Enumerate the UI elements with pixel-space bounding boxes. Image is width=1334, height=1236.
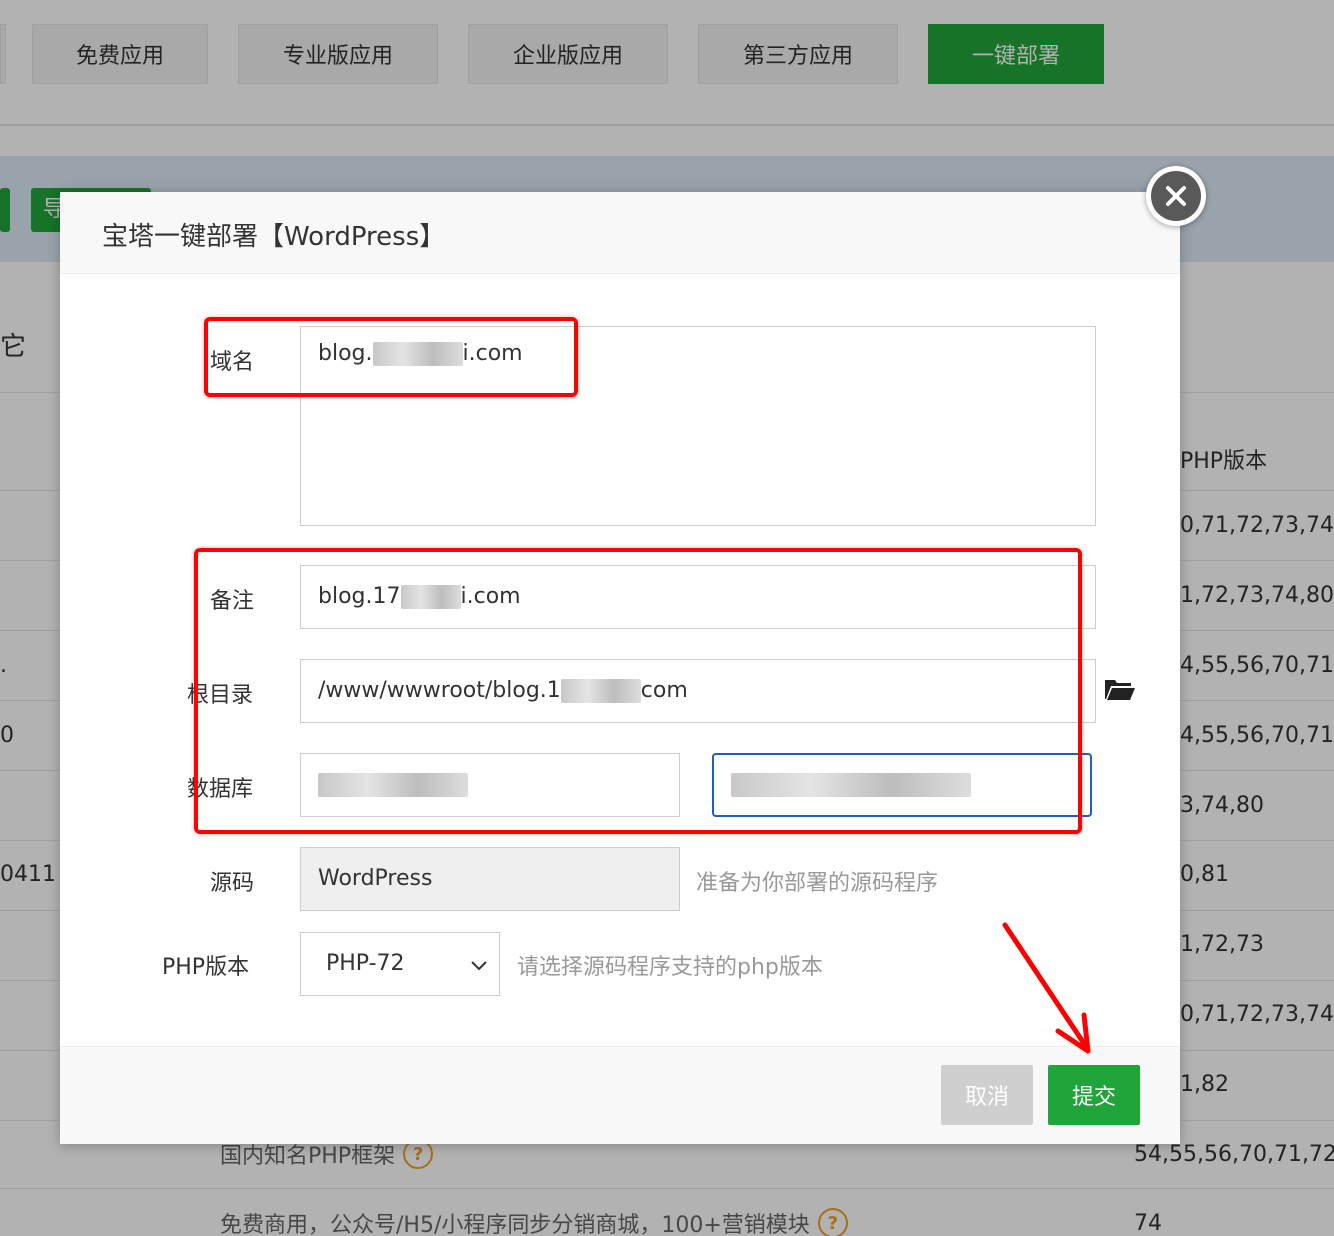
- annotation-arrow-icon: [1002, 922, 1091, 1054]
- php-version-select[interactable]: PHP-72: [300, 932, 500, 996]
- chevron-down-icon: [471, 961, 487, 971]
- source-hint: 准备为你部署的源码程序: [696, 871, 939, 896]
- annotation-box-domain: [204, 317, 578, 397]
- dialog-title: 宝塔一键部署【WordPress】: [102, 222, 446, 252]
- php-version-hint: 请选择源码程序支持的php版本: [517, 955, 823, 980]
- php-version-selected: PHP-72: [326, 951, 405, 976]
- submit-button[interactable]: 提交: [1048, 1065, 1140, 1125]
- close-icon: [1151, 171, 1201, 221]
- annotation-box-fields: [194, 548, 1082, 834]
- cancel-button[interactable]: 取消: [941, 1065, 1033, 1125]
- source-label: 源码: [210, 871, 255, 896]
- folder-open-icon[interactable]: [1104, 677, 1136, 701]
- dialog-header: 宝塔一键部署【WordPress】: [60, 192, 1180, 274]
- dialog-close-button[interactable]: [1146, 166, 1206, 226]
- php-version-label: PHP版本: [162, 955, 250, 980]
- source-input: WordPress: [300, 847, 680, 911]
